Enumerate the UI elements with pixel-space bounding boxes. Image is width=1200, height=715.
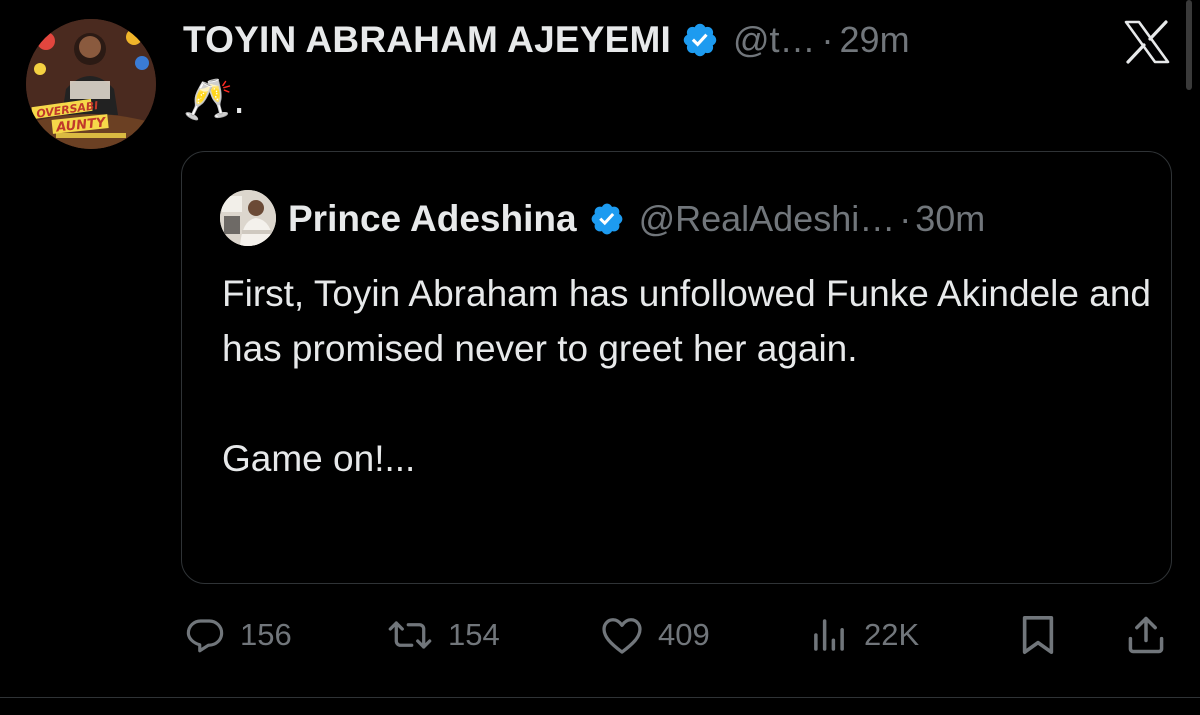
tweet: OVERSABI AUNTY TOYIN ABRAHAM AJEYEMI @t…… [0, 0, 1200, 715]
views-count: 22K [864, 617, 920, 652]
x-logo-icon[interactable] [1122, 20, 1172, 64]
verified-badge-icon [681, 21, 719, 59]
quoted-tweet-header: Prince Adeshina @RealAdeshi… · 30m [288, 194, 985, 244]
heart-icon [600, 614, 644, 656]
avatar-image: OVERSABI AUNTY [26, 19, 156, 149]
like-button[interactable]: 409 [600, 608, 710, 662]
author-avatar[interactable]: OVERSABI AUNTY [26, 19, 156, 149]
author-name[interactable]: TOYIN ABRAHAM AJEYEMI [183, 19, 671, 61]
quoted-author-avatar[interactable] [220, 190, 276, 246]
quoted-author-name[interactable]: Prince Adeshina [288, 198, 577, 240]
reply-icon [184, 614, 226, 656]
bookmark-icon [1018, 614, 1058, 656]
quoted-avatar-image [220, 190, 276, 246]
repost-icon [386, 614, 434, 656]
bottom-divider [0, 697, 1200, 698]
like-count: 409 [658, 617, 710, 652]
reply-count: 156 [240, 617, 292, 652]
action-bar: 156 154 409 22K [180, 608, 1180, 662]
share-button[interactable] [1124, 608, 1168, 662]
tweet-time[interactable]: 29m [840, 19, 910, 61]
views-button[interactable]: 22K [808, 608, 919, 662]
bookmark-button[interactable] [1018, 608, 1058, 662]
repost-count: 154 [448, 617, 500, 652]
quoted-author-handle[interactable]: @RealAdeshi… [639, 198, 896, 240]
views-icon [808, 614, 850, 656]
tweet-text: 🥂. [183, 77, 246, 123]
quoted-header-separator: · [899, 198, 912, 239]
repost-button[interactable]: 154 [386, 608, 500, 662]
scrollbar-thumb[interactable] [1186, 0, 1192, 90]
quoted-tweet-time[interactable]: 30m [915, 198, 985, 240]
verified-badge-icon [589, 201, 625, 237]
tweet-header: TOYIN ABRAHAM AJEYEMI @t… · 29m [183, 14, 910, 66]
share-icon [1124, 613, 1168, 657]
reply-button[interactable]: 156 [184, 608, 292, 662]
quoted-tweet[interactable]: Prince Adeshina @RealAdeshi… · 30m First… [181, 151, 1172, 584]
quoted-tweet-text: First, Toyin Abraham has unfollowed Funk… [222, 273, 1151, 479]
header-separator: · [821, 19, 834, 60]
author-handle[interactable]: @t… [733, 19, 816, 61]
